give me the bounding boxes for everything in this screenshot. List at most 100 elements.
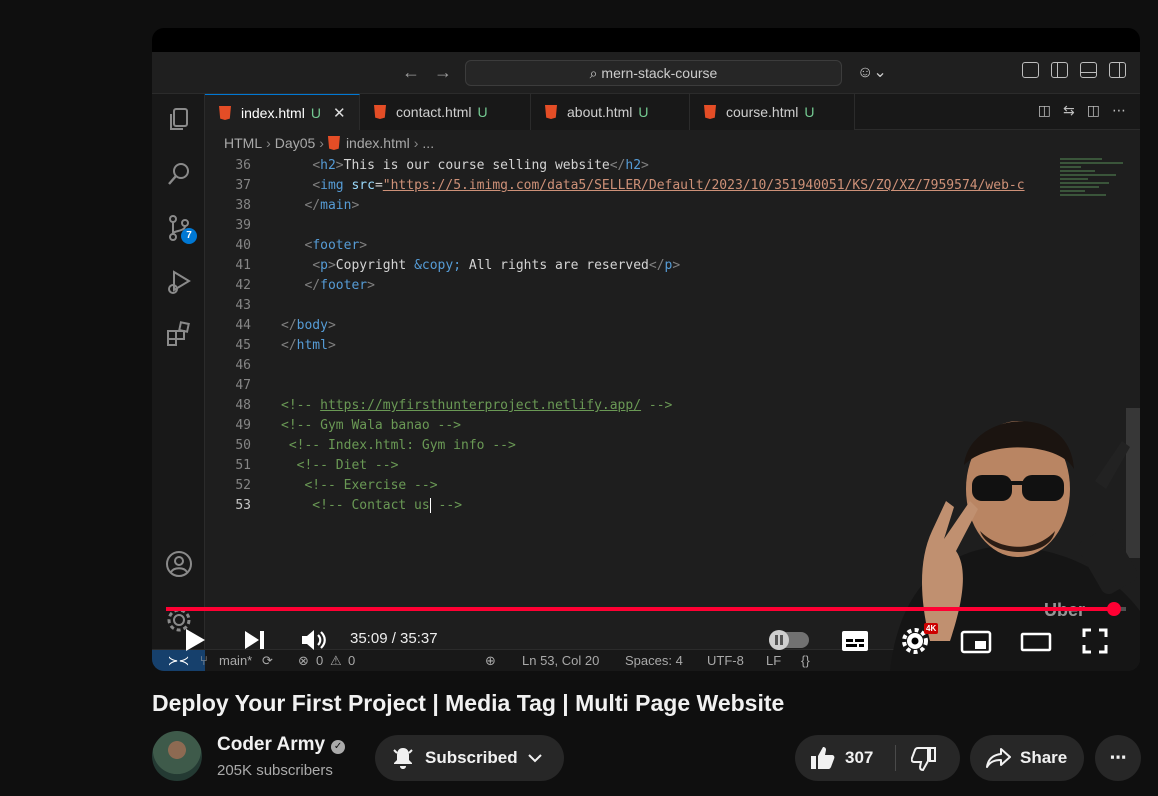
code-line: 48 <!-- https://myfirsthunterproject.netl… [205,396,672,416]
code-text: <!-- Index.html: Gym info --> [281,438,516,453]
channel-name[interactable]: Coder Army ✓ [217,734,346,756]
like-icon[interactable] [809,746,835,770]
subscribed-label: Subscribed [425,748,518,767]
fullscreen-icon[interactable] [1082,628,1108,654]
code-line: 36 <h2>This is our course selling websit… [205,156,649,176]
line-number: 47 [235,378,251,393]
like-dislike-bar: 307 [795,735,960,781]
breadcrumb-item: ... [422,135,435,151]
code-text: <!-- Gym Wala banao --> [281,418,462,433]
html5-icon [219,106,231,120]
code-line: 47 [205,376,281,396]
more-actions-button[interactable]: ⋯ [1095,735,1141,781]
layout-controls [1022,62,1126,78]
code-text: </footer> [304,278,375,293]
scrubber-handle[interactable] [1106,602,1121,616]
code-line: 41 <p>Copyright &copy; All rights are re… [205,256,680,276]
source-control-badge: 7 [181,228,197,244]
code-line: 43 [205,296,281,316]
subtitles-icon[interactable] [841,630,869,652]
channel-name-text[interactable]: Coder Army [217,734,325,755]
like-count[interactable]: 307 [845,735,873,781]
tab-status: U [477,104,488,120]
tab-label: about.html [567,104,633,120]
code-line: 51 <!-- Diet --> [205,456,398,476]
code-text: <!-- Contact us --> [281,498,463,513]
tab-status: U [638,104,649,120]
subscriber-count: 205K subscribers [217,762,333,779]
line-number: 49 [235,418,251,433]
video-player[interactable]: ←→ ⌕ mern-stack-course ☺︎⌄ 7 index.html … [152,28,1140,671]
copilot-icon: ☺︎⌄ [857,64,887,81]
explorer-icon [165,106,193,134]
line-number: 52 [235,478,251,493]
progress-played [166,607,1114,611]
html5-icon [704,105,716,119]
line-number: 41 [235,258,251,273]
dislike-icon[interactable] [911,747,937,771]
more-actions-icon: ⋯ [1112,102,1126,118]
tab-label: course.html [726,104,799,120]
extensions-icon [165,320,193,348]
breadcrumb-item: HTML [224,135,263,151]
autoplay-toggle[interactable] [769,630,809,650]
bell-icon [393,748,413,769]
code-line: 37 <img src="https://5.imimg.com/data5/S… [205,176,1025,196]
share-label: Share [1020,748,1068,767]
line-number: 36 [235,158,251,173]
chevron-right-icon: › [266,135,271,151]
text-cursor [429,498,431,513]
next-video-icon[interactable] [244,630,266,650]
line-number: 44 [235,318,251,333]
code-line: 40 <footer> [205,236,367,256]
tab-status: U [804,104,815,120]
line-number: 48 [235,398,251,413]
code-text: </body> [281,318,336,333]
code-text: </html> [281,338,336,353]
chevron-right-icon: › [319,135,324,151]
source-control-icon: 7 [165,214,197,244]
subscribed-button[interactable]: Subscribed [375,735,564,781]
share-button[interactable]: Share [970,735,1084,781]
command-center: ⌕ mern-stack-course [465,60,842,86]
chevron-down-icon [528,754,542,763]
search-icon [165,160,193,188]
compare-changes-icon: ⇆ [1063,102,1075,118]
theater-mode-icon[interactable] [1020,632,1052,652]
play-icon[interactable] [184,628,206,652]
pause-icon [769,630,789,650]
tab-status: U [310,105,321,121]
line-number: 39 [235,218,251,233]
code-text: <img src="https://5.imimg.com/data5/SELL… [312,178,1025,193]
code-line: 45 </html> [205,336,336,356]
tab-about-html: about.html U [531,94,690,130]
editor-actions: ◫ ⇆ ◫ ⋯ [1038,102,1126,119]
miniplayer-icon[interactable] [960,630,992,654]
verified-check-icon: ✓ [331,740,346,754]
code-line: 49 <!-- Gym Wala banao --> [205,416,461,436]
breadcrumb: HTML › Day05 › index.html ›... [224,132,434,154]
toggle-secondary-sidebar-icon [1109,62,1126,78]
html5-icon [327,136,340,150]
activity-bar: 7 [152,94,205,651]
line-number: 38 [235,198,251,213]
volume-icon[interactable] [300,628,328,652]
code-line: 50 <!-- Index.html: Gym info --> [205,436,516,456]
share-arrow-icon [986,748,1011,768]
code-line: 53 <!-- Contact us --> [205,496,462,516]
run-debug-icon [165,268,193,296]
tab-course-html: course.html U [690,94,855,130]
progress-bar[interactable] [166,602,1126,616]
tab-label: index.html [241,105,305,121]
tab-label: contact.html [396,104,472,120]
chevron-right-icon: › [413,135,419,151]
channel-avatar[interactable] [152,731,202,781]
code-text: <p>Copyright &copy; All rights are reser… [312,258,681,273]
line-number: 50 [235,438,251,453]
code-line: 39 [205,216,281,236]
split-editor-icon: ◫ [1086,102,1100,118]
line-number: 42 [235,278,251,293]
line-number: 53 [235,498,251,513]
video-title: Deploy Your First Project | Media Tag | … [152,690,785,716]
divider [895,745,896,771]
